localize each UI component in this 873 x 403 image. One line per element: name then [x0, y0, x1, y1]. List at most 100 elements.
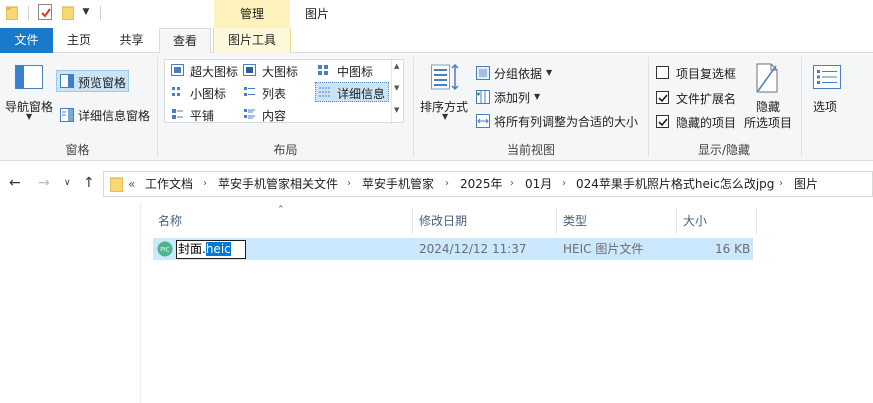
- details-pane-button[interactable]: 详细信息窗格: [78, 107, 150, 124]
- column-header-size[interactable]: 大小: [683, 208, 707, 234]
- file-list: ⌃ 名称 修改日期 类型 大小 PIC 封面.heic 2024/12/12 1…: [0, 203, 873, 403]
- options-button[interactable]: 选项: [813, 98, 837, 115]
- ribbon: 导航窗格 ▼ 预览窗格 详细信息窗格 窗格 超大图标 大图标 中图标 小图标 列…: [0, 53, 873, 161]
- tab-file[interactable]: 文件: [0, 28, 53, 53]
- column-header-date-modified[interactable]: 修改日期: [419, 208, 467, 234]
- properties-icon[interactable]: [38, 4, 52, 20]
- group-by-icon: [476, 66, 490, 80]
- content-option[interactable]: 内容: [262, 107, 286, 124]
- tiles-icon: [172, 109, 183, 119]
- title-bar: ▼ 管理 图片: [0, 0, 873, 28]
- list-option[interactable]: 列表: [262, 85, 286, 102]
- manage-tab[interactable]: 管理: [214, 0, 290, 28]
- window-title: 图片: [305, 7, 330, 21]
- chevron-right-icon[interactable]: ›: [203, 172, 207, 196]
- group-label-current-view: 当前视图: [506, 143, 555, 157]
- chevron-right-icon[interactable]: ›: [779, 172, 783, 196]
- column-separator[interactable]: [556, 208, 557, 234]
- svg-text:PIC: PIC: [160, 247, 170, 254]
- chevron-down-icon[interactable]: ▼: [26, 112, 32, 121]
- sort-by-icon[interactable]: [431, 63, 459, 91]
- column-header-name[interactable]: 名称: [158, 208, 182, 234]
- details-pane-icon[interactable]: [60, 108, 74, 122]
- small-icons-option[interactable]: 小图标: [190, 85, 226, 102]
- hide-selected-button-line2[interactable]: 所选项目: [744, 114, 792, 131]
- file-extensions-label: 文件扩展名: [676, 92, 737, 106]
- file-size: 16 KB: [715, 242, 751, 256]
- hide-selected-button[interactable]: 隐藏: [756, 98, 780, 115]
- chevron-up-icon[interactable]: ▲: [394, 62, 399, 70]
- ribbon-tabs: 文件 主页 共享 查看 图片工具: [0, 28, 873, 54]
- medium-icons-option[interactable]: 中图标: [337, 63, 373, 80]
- item-checkboxes-label: 项目复选框: [676, 67, 737, 81]
- details-icon: [319, 87, 331, 97]
- breadcrumb-item[interactable]: 工作文档: [145, 172, 193, 196]
- options-icon[interactable]: [813, 65, 841, 89]
- column-separator[interactable]: [756, 208, 757, 234]
- checkmark-icon: [658, 118, 668, 127]
- tiles-option[interactable]: 平铺: [190, 107, 214, 124]
- group-label-show-hide: 显示/隐藏: [697, 143, 751, 157]
- recent-locations-chevron-icon[interactable]: ∨: [64, 178, 71, 188]
- breadcrumb-item[interactable]: 01月: [525, 172, 552, 196]
- column-separator[interactable]: [676, 208, 677, 234]
- breadcrumb-item[interactable]: 苹安手机管家相关文件: [218, 172, 338, 196]
- layout-gallery-scroll[interactable]: ▲ ▼ ▼: [391, 60, 404, 124]
- address-bar[interactable]: « 工作文档 › 苹安手机管家相关文件 › 苹安手机管家 › 2025年 › 0…: [103, 171, 873, 197]
- layout-gallery: 超大图标 大图标 中图标 小图标 列表 详细信息 平铺 内容 ▲ ▼ ▼: [164, 59, 404, 124]
- tab-home[interactable]: 主页: [53, 28, 105, 53]
- chevron-down-icon[interactable]: ▼: [394, 84, 399, 92]
- item-checkboxes-checkbox[interactable]: [656, 66, 669, 79]
- group-label-panes: 窗格: [65, 143, 90, 157]
- hide-selected-icon[interactable]: [756, 63, 778, 93]
- breadcrumb-item[interactable]: 苹安手机管家: [362, 172, 434, 196]
- chevron-right-icon[interactable]: ›: [445, 172, 449, 196]
- toolbar-separator: [28, 6, 29, 20]
- chevron-right-icon[interactable]: ›: [562, 172, 566, 196]
- chevron-right-icon[interactable]: ›: [510, 172, 514, 196]
- tab-share[interactable]: 共享: [105, 28, 158, 53]
- rename-input[interactable]: 封面.heic: [176, 240, 246, 259]
- tab-picture-tools[interactable]: 图片工具: [213, 28, 291, 53]
- group-by-button[interactable]: 分组依据: [494, 65, 542, 82]
- checkmark-icon: [658, 94, 668, 103]
- chevron-down-icon[interactable]: ▼: [534, 92, 540, 101]
- column-header-type[interactable]: 类型: [563, 208, 587, 234]
- list-icon: [244, 87, 255, 96]
- group-label-layout: 布局: [273, 143, 298, 157]
- extra-large-icons-icon: [171, 64, 184, 76]
- up-arrow-icon[interactable]: ↑: [83, 175, 95, 191]
- small-icons-icon: [172, 87, 180, 96]
- address-overflow[interactable]: «: [128, 172, 135, 196]
- new-folder-icon[interactable]: [62, 6, 74, 20]
- rename-base-text: 封面.: [178, 242, 206, 256]
- breadcrumb-item[interactable]: 2025年: [460, 172, 503, 196]
- add-columns-icon: [476, 90, 490, 104]
- size-columns-button[interactable]: 将所有列调整为合适的大小: [494, 113, 638, 130]
- preview-pane-label: 预览窗格: [78, 76, 127, 90]
- extra-large-icons-option[interactable]: 超大图标: [190, 63, 238, 80]
- toolbar-separator: [100, 6, 101, 20]
- customize-toolbar-icon[interactable]: ▼: [80, 6, 92, 18]
- back-arrow-icon[interactable]: ←: [9, 175, 21, 191]
- breadcrumb-item[interactable]: 024苹果手机照片格式heic怎么改jpg: [576, 172, 774, 196]
- large-icons-option[interactable]: 大图标: [262, 63, 298, 80]
- chevron-right-icon[interactable]: ›: [347, 172, 351, 196]
- chevron-down-icon[interactable]: ▼: [442, 112, 448, 121]
- folder-icon: [110, 177, 123, 192]
- table-row[interactable]: PIC 封面.heic 2024/12/12 11:37 HEIC 图片文件 1…: [153, 238, 753, 260]
- add-columns-button[interactable]: 添加列: [494, 89, 530, 106]
- navigation-bar: ← → ∨ ↑ « 工作文档 › 苹安手机管家相关文件 › 苹安手机管家 › 2…: [0, 165, 873, 203]
- breadcrumb-item[interactable]: 图片: [794, 172, 818, 196]
- rename-selected-text: heic: [205, 242, 231, 256]
- forward-arrow-icon[interactable]: →: [38, 175, 50, 191]
- chevron-down-icon[interactable]: ▼: [546, 68, 552, 77]
- tab-view[interactable]: 查看: [159, 28, 211, 54]
- details-option[interactable]: 详细信息: [337, 85, 385, 102]
- column-separator[interactable]: [412, 208, 413, 234]
- navigation-pane-icon[interactable]: [15, 65, 43, 89]
- pic-file-icon: PIC: [157, 241, 173, 257]
- more-icon[interactable]: ▼: [394, 106, 399, 114]
- file-extensions-checkbox[interactable]: [656, 91, 669, 104]
- hidden-items-checkbox[interactable]: [656, 115, 669, 128]
